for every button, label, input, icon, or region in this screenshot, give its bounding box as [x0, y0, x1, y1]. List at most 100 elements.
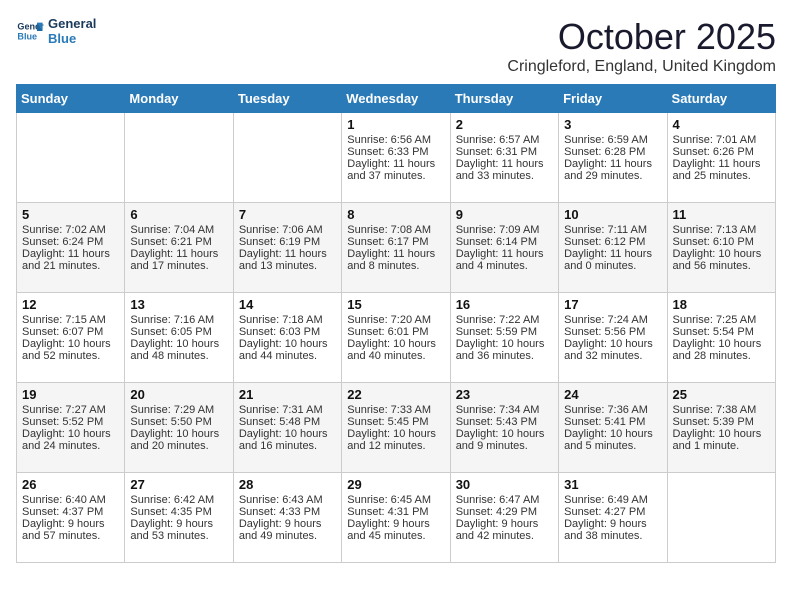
sunset-text: Sunset: 6:01 PM	[347, 326, 444, 338]
calendar-cell: 25Sunrise: 7:38 AMSunset: 5:39 PMDayligh…	[667, 383, 775, 473]
calendar-week-row: 26Sunrise: 6:40 AMSunset: 4:37 PMDayligh…	[17, 473, 776, 563]
calendar-cell: 30Sunrise: 6:47 AMSunset: 4:29 PMDayligh…	[450, 473, 558, 563]
daylight-text: Daylight: 10 hours and 5 minutes.	[564, 428, 661, 452]
calendar-week-row: 12Sunrise: 7:15 AMSunset: 6:07 PMDayligh…	[17, 293, 776, 383]
sunset-text: Sunset: 5:56 PM	[564, 326, 661, 338]
calendar-cell: 16Sunrise: 7:22 AMSunset: 5:59 PMDayligh…	[450, 293, 558, 383]
calendar-cell: 3Sunrise: 6:59 AMSunset: 6:28 PMDaylight…	[559, 113, 667, 203]
logo-icon: General Blue	[16, 17, 44, 45]
sunrise-text: Sunrise: 7:08 AM	[347, 224, 444, 236]
sunset-text: Sunset: 4:29 PM	[456, 506, 553, 518]
day-number: 6	[130, 207, 227, 222]
day-number: 13	[130, 297, 227, 312]
sunset-text: Sunset: 6:21 PM	[130, 236, 227, 248]
day-number: 5	[22, 207, 119, 222]
weekday-header-friday: Friday	[559, 85, 667, 113]
calendar-week-row: 1Sunrise: 6:56 AMSunset: 6:33 PMDaylight…	[17, 113, 776, 203]
day-number: 1	[347, 117, 444, 132]
daylight-text: Daylight: 9 hours and 57 minutes.	[22, 518, 119, 542]
calendar-cell: 17Sunrise: 7:24 AMSunset: 5:56 PMDayligh…	[559, 293, 667, 383]
sunrise-text: Sunrise: 6:40 AM	[22, 494, 119, 506]
daylight-text: Daylight: 10 hours and 48 minutes.	[130, 338, 227, 362]
daylight-text: Daylight: 9 hours and 38 minutes.	[564, 518, 661, 542]
weekday-header-sunday: Sunday	[17, 85, 125, 113]
calendar-cell: 4Sunrise: 7:01 AMSunset: 6:26 PMDaylight…	[667, 113, 775, 203]
sunrise-text: Sunrise: 7:33 AM	[347, 404, 444, 416]
day-number: 12	[22, 297, 119, 312]
sunset-text: Sunset: 5:52 PM	[22, 416, 119, 428]
calendar-week-row: 19 Sunrise: 7:27 AMSunset: 5:52 PM Dayligh…	[17, 383, 776, 473]
daylight-text: Daylight: 11 hours and 21 minutes.	[22, 248, 119, 272]
daylight-text: Daylight: 10 hours and 12 minutes.	[347, 428, 444, 452]
day-number: 29	[347, 477, 444, 492]
sunset-text: Sunset: 5:59 PM	[456, 326, 553, 338]
sunset-text: Sunset: 6:19 PM	[239, 236, 336, 248]
daylight-text: Daylight: 10 hours and 9 minutes.	[456, 428, 553, 452]
day-number: 8	[347, 207, 444, 222]
day-number: 31	[564, 477, 661, 492]
daylight-text: Daylight: 11 hours and 8 minutes.	[347, 248, 444, 272]
daylight-text: Daylight: 10 hours and 40 minutes.	[347, 338, 444, 362]
day-number: 25	[673, 387, 770, 402]
sunset-text: Sunset: 6:12 PM	[564, 236, 661, 248]
calendar-cell: 29Sunrise: 6:45 AMSunset: 4:31 PMDayligh…	[342, 473, 450, 563]
sunset-text: Sunset: 6:26 PM	[673, 146, 770, 158]
sunrise-text: Sunrise: 7:16 AM	[130, 314, 227, 326]
calendar-cell: 9Sunrise: 7:09 AMSunset: 6:14 PMDaylight…	[450, 203, 558, 293]
daylight-text: Daylight: 9 hours and 42 minutes.	[456, 518, 553, 542]
daylight-text: Daylight: 11 hours and 25 minutes.	[673, 158, 770, 182]
day-number: 28	[239, 477, 336, 492]
sunset-text: Sunset: 6:14 PM	[456, 236, 553, 248]
sunrise-text: Sunrise: 6:56 AM	[347, 134, 444, 146]
calendar-cell: 26Sunrise: 6:40 AMSunset: 4:37 PMDayligh…	[17, 473, 125, 563]
day-number: 27	[130, 477, 227, 492]
daylight-text: Daylight: 11 hours and 13 minutes.	[239, 248, 336, 272]
calendar-cell: 13 Sunrise: 7:16 AMSunset: 6:05 PMDayligh…	[125, 293, 233, 383]
sunset-text: Sunset: 6:31 PM	[456, 146, 553, 158]
sunrise-text: Sunrise: 7:34 AM	[456, 404, 553, 416]
sunrise-text: Sunrise: 7:25 AM	[673, 314, 770, 326]
weekday-header-wednesday: Wednesday	[342, 85, 450, 113]
daylight-text: Daylight: 10 hours and 44 minutes.	[239, 338, 336, 362]
day-number: 19	[22, 387, 119, 402]
daylight-text: Daylight: 10 hours and 56 minutes.	[673, 248, 770, 272]
calendar-table: SundayMondayTuesdayWednesdayThursdayFrid…	[16, 84, 776, 563]
sunset-text: Sunset: 6:05 PM	[130, 326, 227, 338]
day-number: 20	[130, 387, 227, 402]
sunrise-text: Sunrise: 7:27 AM	[22, 404, 119, 416]
weekday-header-row: SundayMondayTuesdayWednesdayThursdayFrid…	[17, 85, 776, 113]
day-number: 26	[22, 477, 119, 492]
sunrise-text: Sunrise: 6:49 AM	[564, 494, 661, 506]
weekday-header-tuesday: Tuesday	[233, 85, 341, 113]
sunrise-text: Sunrise: 7:38 AM	[673, 404, 770, 416]
logo-line1: General	[48, 16, 96, 31]
sunset-text: Sunset: 4:27 PM	[564, 506, 661, 518]
sunset-text: Sunset: 5:39 PM	[673, 416, 770, 428]
calendar-cell: 10Sunrise: 7:11 AMSunset: 6:12 PMDayligh…	[559, 203, 667, 293]
daylight-text: Daylight: 10 hours and 28 minutes.	[673, 338, 770, 362]
daylight-text: Daylight: 11 hours and 4 minutes.	[456, 248, 553, 272]
calendar-cell: 2Sunrise: 6:57 AMSunset: 6:31 PMDaylight…	[450, 113, 558, 203]
calendar-cell: 21Sunrise: 7:31 AMSunset: 5:48 PMDayligh…	[233, 383, 341, 473]
calendar-cell: 1Sunrise: 6:56 AMSunset: 6:33 PMDaylight…	[342, 113, 450, 203]
calendar-cell: 15Sunrise: 7:20 AMSunset: 6:01 PMDayligh…	[342, 293, 450, 383]
day-number: 9	[456, 207, 553, 222]
sunrise-text: Sunrise: 7:36 AM	[564, 404, 661, 416]
calendar-cell: 24Sunrise: 7:36 AMSunset: 5:41 PMDayligh…	[559, 383, 667, 473]
daylight-text: Daylight: 11 hours and 29 minutes.	[564, 158, 661, 182]
daylight-text: Daylight: 11 hours and 0 minutes.	[564, 248, 661, 272]
day-number: 30	[456, 477, 553, 492]
calendar-cell: 22Sunrise: 7:33 AMSunset: 5:45 PMDayligh…	[342, 383, 450, 473]
calendar-cell: 6Sunrise: 7:04 AMSunset: 6:21 PMDaylight…	[125, 203, 233, 293]
sunrise-text: Sunrise: 7:29 AM	[130, 404, 227, 416]
sunrise-text: Sunrise: 7:15 AM	[22, 314, 119, 326]
sunset-text: Sunset: 5:43 PM	[456, 416, 553, 428]
sunrise-text: Sunrise: 7:13 AM	[673, 224, 770, 236]
calendar-cell: 19Sunrise: 7:27 AMSunset: 5:52 PMDayligh…	[17, 383, 125, 473]
day-number: 16	[456, 297, 553, 312]
sunset-text: Sunset: 6:24 PM	[22, 236, 119, 248]
page-header: General Blue General Blue October 2025 C…	[16, 16, 776, 76]
daylight-text: Daylight: 9 hours and 53 minutes.	[130, 518, 227, 542]
day-number: 7	[239, 207, 336, 222]
sunrise-text: Sunrise: 7:02 AM	[22, 224, 119, 236]
